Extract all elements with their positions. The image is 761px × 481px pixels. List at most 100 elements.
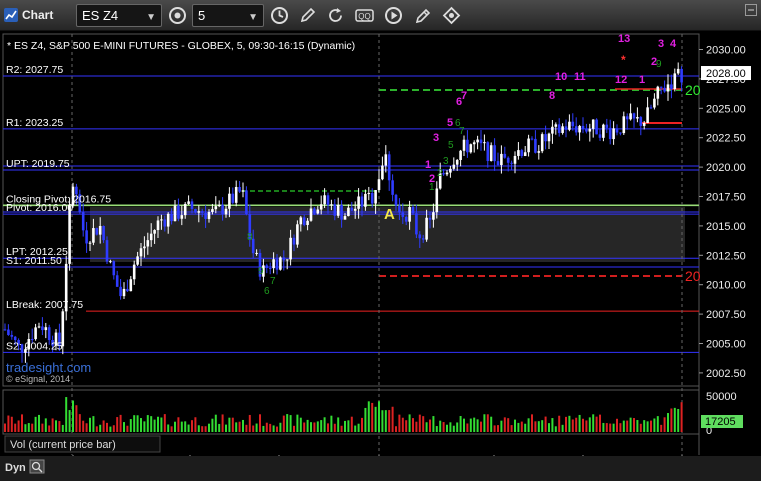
y-tick-label: 2005.00 [706, 339, 746, 351]
volume-bar [456, 422, 459, 432]
volume-bar [129, 419, 132, 432]
volume-bar [391, 406, 394, 432]
volume-bar [646, 421, 649, 432]
candle-body [459, 150, 462, 160]
volume-bar [333, 423, 336, 432]
price-chart[interactable]: R2: 2027.75R1: 2023.25UPT: 2019.75Closin… [0, 31, 761, 481]
volume-bar [340, 425, 343, 432]
candle-body [619, 132, 622, 134]
volume-bar [565, 416, 567, 432]
volume-bar [68, 410, 71, 432]
volume-bar [191, 420, 193, 432]
candle-body [421, 238, 425, 240]
candle-body [418, 234, 422, 239]
volume-bar [24, 424, 27, 432]
volume-bar [109, 426, 112, 432]
chevron-down-icon[interactable]: ▼ [248, 9, 258, 26]
candle-body [245, 190, 248, 215]
setup-count-label: 12 [615, 74, 627, 86]
volume-bar [486, 414, 489, 432]
volume-bar [435, 426, 438, 432]
volume-bar [65, 397, 68, 432]
refresh-icon[interactable] [324, 4, 347, 27]
count-label: 6 [264, 286, 270, 297]
chevron-down-icon[interactable]: ▼ [146, 9, 156, 26]
candle-body [540, 134, 544, 152]
play-icon[interactable] [382, 4, 405, 27]
candle-body [537, 151, 541, 153]
candle-body [180, 215, 184, 219]
volume-bar [296, 414, 299, 432]
volume-bar [10, 416, 13, 432]
volume-bar [7, 415, 10, 432]
pencil-icon[interactable] [412, 4, 435, 27]
candle-body [615, 128, 619, 133]
volume-bar [432, 416, 435, 432]
volume-bar [44, 418, 47, 432]
settings-icon[interactable] [440, 4, 463, 27]
volume-bar [180, 421, 183, 432]
volume-bar [388, 410, 391, 432]
candle-body [326, 195, 330, 206]
candle-body [554, 124, 558, 127]
symbol-combo[interactable]: ES Z4 ▼ [76, 4, 162, 27]
target-label: 20 [685, 82, 701, 98]
candle-body [299, 217, 303, 225]
volume-bar [653, 418, 656, 432]
volume-bar [599, 414, 601, 432]
candle-body [204, 212, 207, 219]
volume-bar [643, 420, 646, 432]
link-icon[interactable] [166, 4, 189, 27]
candle-body [408, 207, 411, 222]
volume-bar [221, 414, 224, 432]
volume-bar [123, 422, 125, 432]
candle-body [663, 87, 666, 92]
candle-body [112, 261, 116, 276]
candle-body [282, 257, 286, 261]
volume-bar [17, 420, 20, 432]
volume-bar [425, 422, 428, 432]
volume-bar [629, 417, 632, 432]
pivot-level-label: Pivot: 2016.00 [6, 202, 73, 214]
volume-bar [602, 422, 605, 432]
volume-label: Vol (current price bar) [10, 439, 116, 451]
candle-body [228, 193, 231, 209]
volume-bar [439, 420, 442, 432]
candle-body [173, 205, 177, 222]
footer-mode-label[interactable]: Dyn [5, 462, 26, 474]
volume-bar [347, 420, 350, 432]
window-icon[interactable] [745, 4, 757, 16]
clock-icon[interactable] [268, 4, 291, 27]
candle-body [197, 211, 201, 213]
qq-icon[interactable]: QQ [353, 4, 376, 27]
draw-icon[interactable] [296, 4, 319, 27]
candle-body [265, 265, 269, 268]
candle-body [268, 267, 272, 269]
candle-body [642, 123, 646, 126]
volume-bar [146, 415, 149, 432]
interval-combo[interactable]: 5 ▼ [192, 4, 264, 27]
volume-bar [106, 422, 108, 432]
volume-bar [27, 423, 30, 432]
volume-bar [153, 419, 156, 432]
candle-body [551, 126, 554, 134]
volume-bar [187, 424, 190, 432]
volume-bar [320, 420, 323, 432]
interval-value: 5 [198, 8, 206, 23]
volume-bar [680, 402, 683, 432]
candle-body [7, 329, 10, 335]
volume-bar [364, 407, 367, 432]
signal-marker-a: A [384, 206, 395, 223]
candle-body [272, 259, 275, 269]
volume-bar [605, 423, 608, 432]
setup-count-label: 4 [670, 38, 677, 50]
candle-body [353, 208, 357, 211]
candle-body [622, 116, 626, 134]
volume-bar [92, 416, 95, 432]
svg-text:QQ: QQ [358, 12, 370, 21]
volume-bar [279, 422, 282, 432]
zoom-icon[interactable] [29, 459, 45, 474]
volume-bar [72, 400, 74, 432]
candle-body [564, 126, 568, 130]
volume-bar [622, 420, 625, 432]
